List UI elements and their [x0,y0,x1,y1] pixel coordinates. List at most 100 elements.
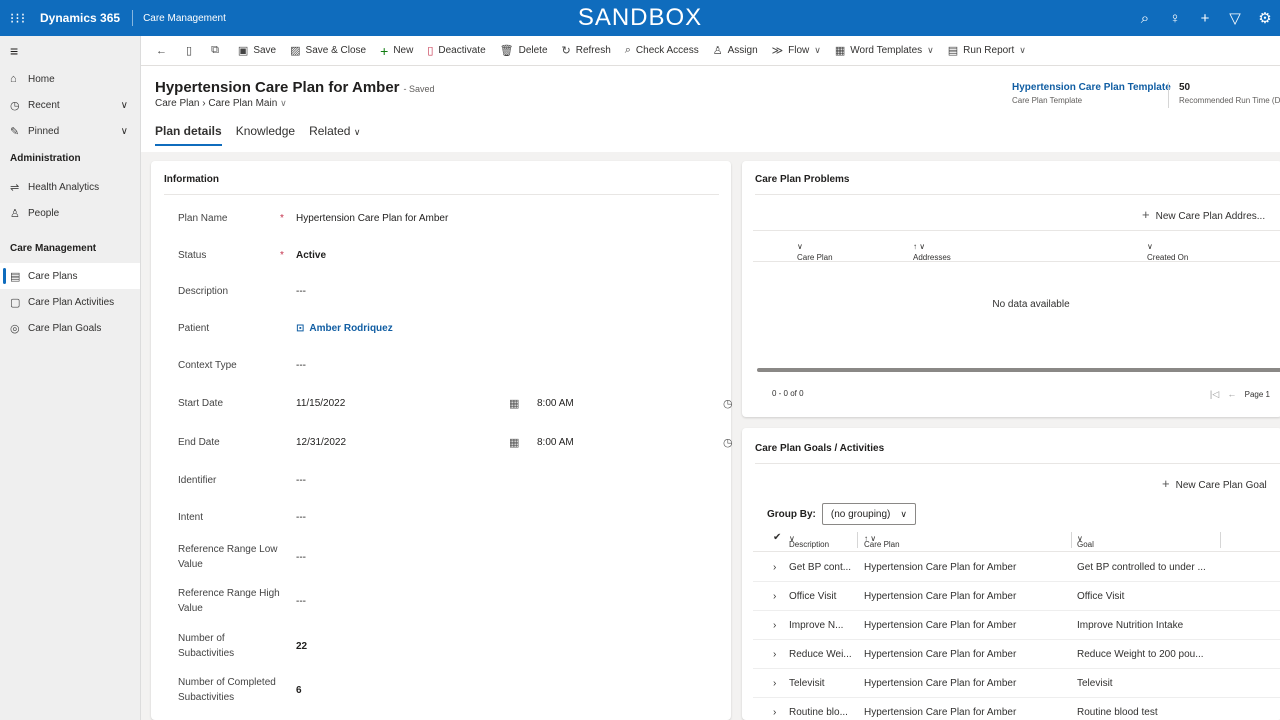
gear-icon[interactable]: ⚙ [1250,9,1280,27]
end-time-input[interactable]: 8:00 AM [537,437,574,448]
clock-icon[interactable]: ◷ [723,397,733,410]
chevron-down-icon[interactable]: ∨ [121,126,128,137]
filter-icon[interactable]: ▽ [1220,9,1250,27]
new-care-plan-goal-button[interactable]: + New Care Plan Goal [1162,476,1267,491]
search-icon[interactable]: ⌕ [1130,10,1160,27]
field-number-of-completed-subactivities: Number of Completed Subactivities 6 [178,677,302,703]
word-templates-button[interactable]: ▦ Word Templates ∨ [828,36,941,66]
expand-chevron-icon[interactable]: › [773,591,776,602]
hamburger-menu-icon[interactable]: ≡ [0,36,140,66]
pin-icon: ✎ [10,125,20,138]
horizontal-scrollbar[interactable] [757,368,1280,372]
new-care-plan-address-button[interactable]: + New Care Plan Addres... [1142,207,1265,222]
intent-input[interactable]: --- [296,512,306,523]
sidebar-item-home[interactable]: ⌂ Home [0,66,140,92]
care-plan-icon: ▤ [10,270,21,283]
save-icon: ▣ [237,45,249,57]
table-row[interactable]: › Improve N... Hypertension Care Plan fo… [753,611,1280,640]
plus-icon: + [380,42,389,59]
flow-icon: ≫ [771,45,784,57]
expand-chevron-icon[interactable]: › [773,678,776,689]
plan-name-input[interactable]: Hypertension Care Plan for Amber [296,213,448,224]
column-header-goal[interactable]: Goal ∨ [1077,534,1094,549]
column-header-addresses[interactable]: Addresses ↑ ∨ [913,242,951,262]
run-report-button[interactable]: ▤ Run Report ∨ [941,36,1033,66]
search-icon: ⌕ [624,44,631,56]
start-date-input[interactable]: 11/15/2022 [296,398,345,409]
first-page-icon[interactable]: |◁ [1210,389,1219,399]
app-launcher-icon[interactable]: ⁝⁝⁝ [0,0,36,36]
back-button[interactable]: ← [149,36,179,66]
save-button[interactable]: ▣ Save [231,36,283,66]
clock-icon[interactable]: ◷ [723,436,733,449]
table-row[interactable]: › Office Visit Hypertension Care Plan fo… [753,582,1280,611]
app-name[interactable]: Dynamics 365 [36,10,134,26]
reference-range-low-input[interactable]: --- [296,552,306,563]
template-link[interactable]: Hypertension Care Plan Template [1012,82,1171,93]
plus-icon[interactable]: + [1190,10,1220,27]
identifier-input[interactable]: --- [296,475,306,486]
sidebar-item-people[interactable]: ♙ People [0,200,140,226]
group-by-control: Group By: (no grouping) ∨ [767,503,916,525]
column-header-description[interactable]: Description ∨ [789,534,829,549]
plus-icon: + [1162,476,1170,491]
column-header-care-plan[interactable]: Care Plan ↑ ∨ [864,534,900,549]
start-time-input[interactable]: 8:00 AM [537,398,574,409]
tab-related[interactable]: Related ∨ [309,124,360,146]
expand-chevron-icon[interactable]: › [773,562,776,573]
chevron-down-icon[interactable]: ∨ [121,100,128,111]
required-marker: * [280,250,284,261]
sidebar-item-recent[interactable]: ◷ Recent ∨ [0,92,140,118]
chevron-down-icon[interactable]: ∨ [280,98,287,108]
reference-range-high-input[interactable]: --- [296,596,306,607]
form-icon: ▯ [186,45,193,57]
group-by-select[interactable]: (no grouping) ∨ [821,503,916,525]
open-new-window-button[interactable]: ⧉ [204,36,231,66]
sidebar-item-pinned[interactable]: ✎ Pinned ∨ [0,118,140,144]
expand-chevron-icon[interactable]: › [773,649,776,660]
calendar-icon[interactable]: ▦ [509,397,519,410]
lightbulb-icon[interactable]: ♀ [1160,10,1190,27]
select-all-checkmark-icon[interactable]: ✔ [773,532,781,543]
field-description: Description --- [178,286,306,297]
top-icons: ⌕ ♀ + ▽ ⚙ [1130,0,1280,36]
app-area-name[interactable]: Care Management [133,13,226,24]
previous-page-icon[interactable]: ← [1227,389,1236,399]
description-input[interactable]: --- [296,286,306,297]
table-row[interactable]: › Televisit Hypertension Care Plan for A… [753,669,1280,698]
divider [164,194,719,195]
save-close-button[interactable]: ▨ Save & Close [283,36,373,66]
person-icon: ♙ [10,207,20,220]
word-icon: ▦ [834,45,846,57]
sidebar-item-care-plans[interactable]: ▤ Care Plans [0,263,140,289]
deactivate-button[interactable]: ▯ Deactivate [420,36,492,66]
patient-lookup[interactable]: ⊡ Amber Rodriquez [296,323,393,334]
sidebar-item-label: Care Plan Goals [28,322,102,334]
chevron-down-icon: ∨ [927,45,934,55]
refresh-icon: ↻ [561,45,571,57]
new-button[interactable]: + New [373,36,420,66]
sidebar-item-health-analytics[interactable]: ⇌ Health Analytics [0,174,140,200]
sidebar-item-care-plan-activities[interactable]: ▢ Care Plan Activities [0,289,140,315]
table-row[interactable]: › Get BP cont... Hypertension Care Plan … [753,553,1280,582]
check-access-button[interactable]: ⌕ Check Access [618,36,706,66]
expand-chevron-icon[interactable]: › [773,620,776,631]
context-type-input[interactable]: --- [296,360,306,371]
table-row[interactable]: › Routine blo... Hypertension Care Plan … [753,698,1280,720]
form-selector[interactable]: Care Plan Main [208,98,277,109]
sidebar-item-care-plan-goals[interactable]: ◎ Care Plan Goals [0,315,140,341]
status-select[interactable]: Active [296,250,326,261]
form-view-button[interactable]: ▯ [179,36,204,66]
end-date-input[interactable]: 12/31/2022 [296,437,346,448]
calendar-icon[interactable]: ▦ [509,436,519,449]
tab-knowledge[interactable]: Knowledge [236,124,295,146]
table-row[interactable]: › Reduce Wei... Hypertension Care Plan f… [753,640,1280,669]
delete-button[interactable]: 🗑︎ Delete [493,36,555,66]
assign-button[interactable]: ♙ Assign [706,36,765,66]
column-header-created-on[interactable]: Created On ∨ [1147,242,1188,262]
flow-button[interactable]: ≫ Flow ∨ [765,36,828,66]
column-header-care-plan[interactable]: Care Plan ∨ [797,242,833,262]
expand-chevron-icon[interactable]: › [773,707,776,718]
tab-plan-details[interactable]: Plan details [155,124,222,146]
refresh-button[interactable]: ↻ Refresh [555,36,618,66]
